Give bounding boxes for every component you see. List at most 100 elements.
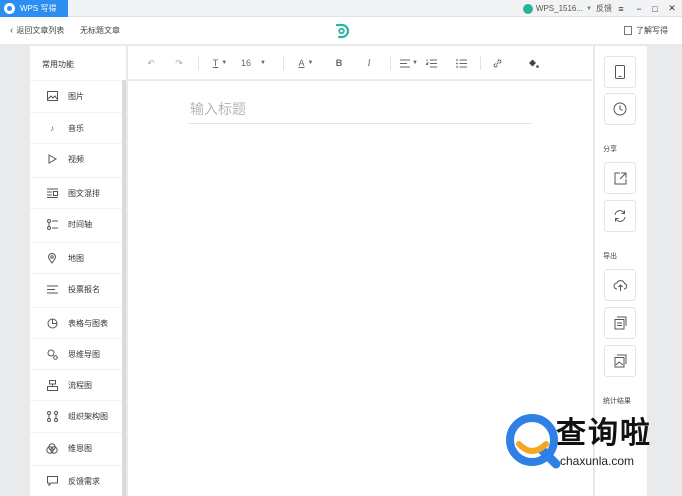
sync-button[interactable] bbox=[604, 200, 636, 232]
paint-bucket-icon[interactable] bbox=[526, 56, 540, 70]
chevron-left-icon: ‹ bbox=[10, 25, 14, 36]
italic-icon[interactable]: I bbox=[362, 56, 376, 70]
brand-logo-icon bbox=[335, 23, 350, 39]
sidebar-scrollbar[interactable] bbox=[122, 80, 126, 496]
maximize-button[interactable]: □ bbox=[646, 0, 664, 17]
sidebar-item-feedback[interactable]: 反馈需求 bbox=[30, 465, 122, 496]
chevron-down-icon: ▼ bbox=[412, 60, 418, 66]
history-button[interactable] bbox=[604, 93, 636, 125]
export-section-label: 导出 bbox=[603, 253, 617, 260]
export-document-button[interactable] bbox=[604, 307, 636, 339]
editor-toolbar: ↶ ↷ T ▼ 16 ▼ A ▼ B I ▼ bbox=[128, 46, 593, 80]
sidebar-item-label: 表格与图表 bbox=[68, 318, 108, 328]
sidebar-item-timeline[interactable]: 时间轴 bbox=[30, 208, 122, 239]
timeline-icon bbox=[46, 218, 58, 230]
sidebar-item-label: 音乐 bbox=[68, 123, 84, 133]
title-input[interactable] bbox=[188, 94, 531, 124]
learn-more-button[interactable]: 了解写得 bbox=[624, 25, 668, 36]
menu-icon[interactable]: ≡ bbox=[612, 0, 630, 17]
sidebar-item-label: 思维导图 bbox=[68, 349, 100, 359]
toolbar-divider bbox=[198, 56, 199, 70]
font-size-select[interactable]: 16 ▼ bbox=[241, 56, 271, 70]
sidebar-item-label: 视频 bbox=[68, 154, 84, 164]
venn-icon bbox=[46, 442, 58, 454]
map-pin-icon bbox=[46, 252, 58, 264]
bullet-list-icon[interactable] bbox=[454, 56, 468, 70]
font-size-value: 16 bbox=[241, 58, 252, 68]
music-icon: ♪ bbox=[50, 123, 54, 133]
comment-icon bbox=[46, 475, 58, 487]
sidebar-item-label: 图文混排 bbox=[68, 188, 100, 198]
ordered-list-icon[interactable] bbox=[424, 56, 438, 70]
sidebar-item-table-chart[interactable]: 表格与图表 bbox=[30, 307, 122, 338]
mindmap-icon bbox=[46, 348, 58, 360]
sidebar-item-flowchart[interactable]: 流程图 bbox=[30, 369, 122, 400]
sidebar-item-label: 维恩图 bbox=[68, 443, 92, 453]
sidebar-item-label: 反馈需求 bbox=[68, 476, 100, 486]
watermark: 查询啦 chaxunla.com bbox=[498, 402, 682, 494]
flowchart-icon bbox=[46, 379, 58, 391]
clock-icon bbox=[613, 102, 627, 116]
sidebar-item-map[interactable]: 地图 bbox=[30, 242, 122, 273]
watermark-text-en: chaxunla.com bbox=[560, 454, 635, 468]
help-doc-icon bbox=[624, 26, 632, 35]
export-image-button[interactable] bbox=[604, 345, 636, 377]
toolbar-divider bbox=[283, 56, 284, 70]
sidebar-item-mindmap[interactable]: 思维导图 bbox=[30, 338, 122, 369]
close-button[interactable]: ✕ bbox=[663, 0, 681, 17]
align-dropdown[interactable]: ▼ bbox=[400, 56, 418, 70]
toolbar-divider bbox=[390, 56, 391, 70]
app-logo-icon bbox=[4, 3, 15, 14]
link-icon[interactable] bbox=[490, 56, 504, 70]
app-tab[interactable]: WPS 写得 bbox=[0, 0, 68, 17]
sidebar-item-label: 时间轴 bbox=[68, 219, 92, 229]
sidebar: 常用功能 图片 ♪ 音乐 视频 图文混排 时间轴 地图 投票报名 表格与图表 思… bbox=[30, 46, 127, 496]
help-label: 了解写得 bbox=[636, 26, 668, 35]
chevron-down-icon: ▼ bbox=[221, 60, 228, 66]
document-export-icon bbox=[614, 316, 626, 330]
app-name: WPS 写得 bbox=[20, 4, 57, 13]
watermark-text-cn: 查询啦 bbox=[556, 416, 652, 451]
sidebar-item-image[interactable]: 图片 bbox=[30, 80, 122, 111]
text-style-dropdown[interactable]: T ▼ bbox=[208, 56, 232, 70]
back-to-list-button[interactable]: ‹ 返回文章列表 bbox=[10, 25, 64, 36]
share-section-label: 分享 bbox=[603, 146, 617, 153]
pie-chart-icon bbox=[46, 317, 58, 329]
sidebar-item-label: 流程图 bbox=[68, 380, 92, 390]
sidebar-item-mixed-layout[interactable]: 图文混排 bbox=[30, 177, 122, 208]
image-export-icon bbox=[614, 354, 626, 368]
sidebar-item-video[interactable]: 视频 bbox=[30, 143, 122, 174]
play-icon bbox=[46, 153, 58, 165]
cloud-export-icon bbox=[613, 279, 627, 291]
sidebar-item-music[interactable]: ♪ 音乐 bbox=[30, 112, 122, 143]
sidebar-item-label: 投票报名 bbox=[68, 284, 100, 294]
align-left-icon bbox=[400, 59, 411, 67]
sidebar-item-label: 图片 bbox=[68, 91, 84, 101]
avatar[interactable] bbox=[522, 3, 533, 14]
title-bar: WPS 写得 WPS_1516... ▼ 反馈 ≡ − □ ✕ bbox=[0, 0, 682, 17]
sidebar-item-vote[interactable]: 投票报名 bbox=[30, 273, 122, 304]
export-cloud-button[interactable] bbox=[604, 269, 636, 301]
mobile-preview-button[interactable] bbox=[604, 56, 636, 88]
chevron-down-icon[interactable]: ▼ bbox=[586, 6, 592, 12]
document-title[interactable]: 无标题文章 bbox=[80, 25, 120, 36]
bold-icon[interactable]: B bbox=[332, 56, 346, 70]
redo-icon[interactable]: ↷ bbox=[172, 56, 186, 70]
toolbar-divider bbox=[480, 56, 481, 70]
font-color-dropdown[interactable]: A ▼ bbox=[294, 56, 318, 70]
sidebar-item-venn[interactable]: 维恩图 bbox=[30, 432, 122, 463]
org-chart-icon bbox=[46, 410, 58, 422]
chevron-down-icon: ▼ bbox=[307, 60, 314, 66]
sidebar-item-org-chart[interactable]: 组织架构图 bbox=[30, 400, 122, 431]
refresh-icon bbox=[614, 210, 626, 222]
back-label: 返回文章列表 bbox=[16, 26, 65, 35]
share-link-button[interactable] bbox=[604, 162, 636, 194]
user-area[interactable]: WPS_1516... ▼ 反馈 bbox=[522, 2, 612, 15]
feedback-link[interactable]: 反馈 bbox=[596, 3, 612, 14]
user-name[interactable]: WPS_1516... bbox=[536, 4, 583, 13]
sidebar-item-label: 组织架构图 bbox=[68, 411, 108, 421]
undo-icon[interactable]: ↶ bbox=[144, 56, 158, 70]
list-icon bbox=[46, 283, 58, 295]
image-icon bbox=[46, 90, 58, 102]
font-color-icon: A bbox=[298, 58, 305, 68]
